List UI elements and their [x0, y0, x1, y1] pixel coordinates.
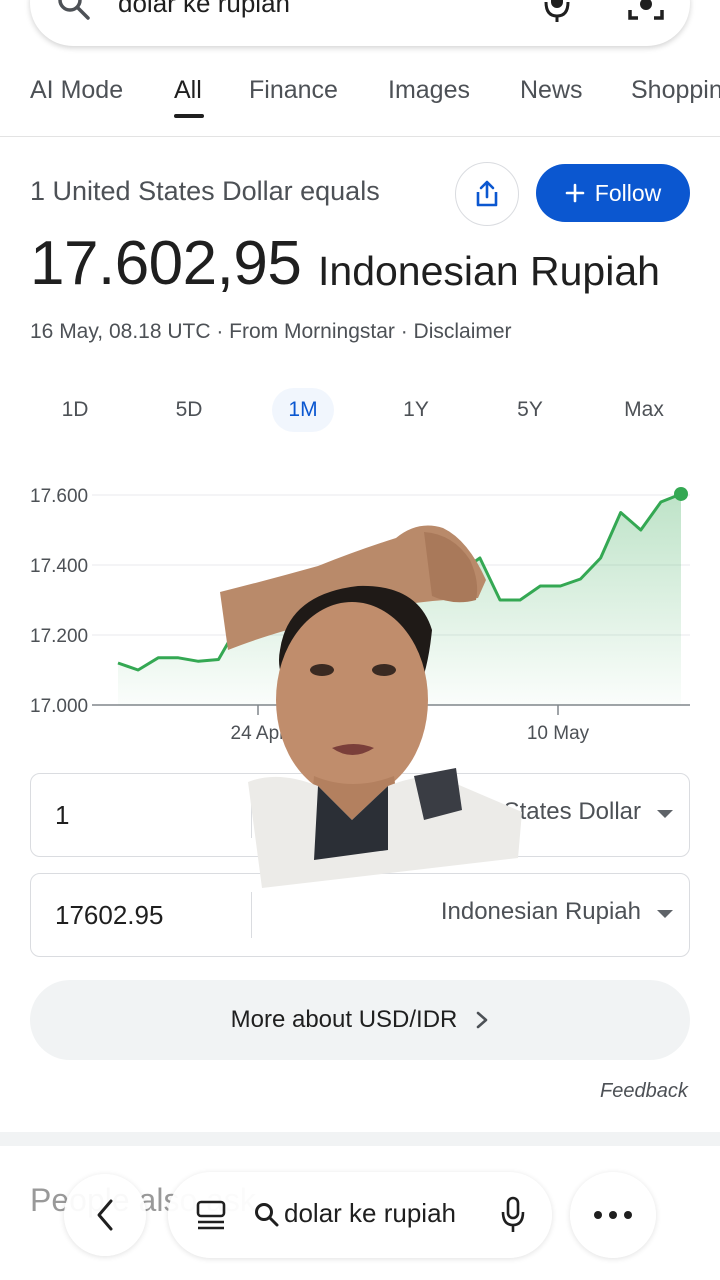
from-amount-input[interactable]: 1 — [55, 800, 69, 831]
follow-button[interactable]: Follow — [536, 164, 690, 222]
search-icon — [58, 0, 90, 20]
tab-finance[interactable]: Finance — [249, 76, 338, 105]
microphone-icon[interactable] — [500, 1196, 526, 1234]
dropdown-caret-icon[interactable] — [657, 810, 673, 818]
range-5d[interactable]: 5D — [159, 398, 219, 422]
more-about-label: More about USD/IDR — [230, 1006, 458, 1033]
range-max[interactable]: Max — [614, 398, 674, 422]
conversion-label: 1 United States Dollar equals — [30, 176, 380, 206]
chart-ytick-label: 17.400 — [30, 556, 88, 577]
share-icon — [476, 180, 498, 207]
back-button[interactable] — [64, 1174, 146, 1256]
more-about-button[interactable]: More about USD/IDR — [30, 980, 690, 1060]
bottom-search-pill[interactable]: dolar ke rupiah — [168, 1172, 552, 1258]
share-button[interactable] — [455, 162, 519, 226]
chart-xtick-label: 10 May — [527, 723, 590, 744]
range-1y[interactable]: 1Y — [386, 398, 446, 422]
dropdown-caret-icon[interactable] — [657, 910, 673, 918]
search-input[interactable]: dolar ke rupiah — [118, 0, 290, 19]
exchange-rate-currency: Indonesian Rupiah — [318, 248, 660, 294]
chart-ytick-label: 17.600 — [30, 486, 88, 507]
tab-ai-mode[interactable]: AI Mode — [30, 76, 123, 105]
tabs-icon[interactable] — [194, 1198, 228, 1232]
chart-ytick-label: 17.200 — [30, 626, 88, 647]
converter-divider — [251, 892, 252, 938]
lens-icon[interactable] — [628, 0, 664, 22]
active-tab-indicator — [174, 114, 204, 118]
person-photo-overlay — [220, 525, 522, 888]
range-5y[interactable]: 5Y — [500, 398, 560, 422]
chart-ytick-label: 17.000 — [30, 696, 88, 717]
more-options-button[interactable] — [570, 1172, 656, 1258]
feedback-link[interactable]: Feedback — [600, 1080, 688, 1103]
tab-all[interactable]: All — [174, 76, 202, 105]
to-currency-select[interactable]: Indonesian Rupiah — [441, 898, 641, 926]
chevron-left-icon — [97, 1199, 113, 1231]
microphone-icon[interactable] — [542, 0, 572, 24]
bottom-search-query[interactable]: dolar ke rupiah — [284, 1198, 456, 1229]
more-dots-icon — [594, 1211, 632, 1219]
plus-icon — [565, 183, 585, 203]
chevron-right-icon — [477, 1011, 488, 1029]
search-icon — [255, 1203, 279, 1227]
section-separator — [0, 1132, 720, 1146]
chart-current-point — [674, 486, 688, 501]
range-1d[interactable]: 1D — [45, 398, 105, 422]
follow-label: Follow — [594, 179, 662, 206]
range-1m[interactable]: 1M — [273, 398, 333, 422]
exchange-rate-value: 17.602,95 — [30, 229, 302, 298]
tab-shopping[interactable]: Shoppin — [631, 76, 720, 105]
tab-news[interactable]: News — [520, 76, 583, 105]
to-amount-input[interactable]: 17602.95 — [55, 900, 163, 931]
search-tabs: AI Mode All Finance Images News Shoppin — [0, 70, 720, 137]
tab-images[interactable]: Images — [388, 76, 470, 105]
rate-meta: 16 May, 08.18 UTC · From Morningstar · D… — [30, 320, 512, 343]
